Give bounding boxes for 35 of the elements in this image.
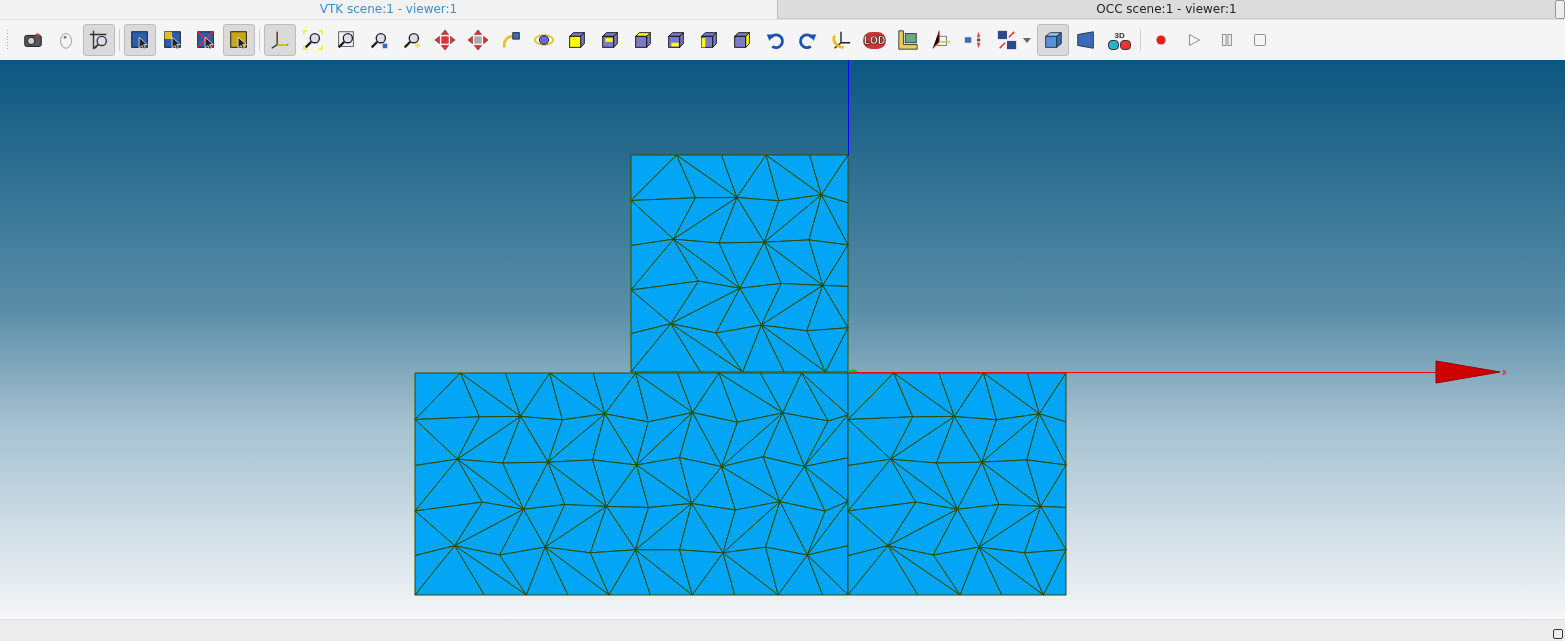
- window-icon[interactable]: [1553, 629, 1563, 639]
- zoom-cross-icon: [88, 29, 110, 51]
- rotate-icon: [500, 29, 522, 51]
- zoom-fit-icon: [302, 29, 324, 51]
- select-highlight-icon: [228, 29, 250, 51]
- toolbar-grip[interactable]: [6, 29, 10, 51]
- pan-icon: [434, 29, 456, 51]
- select-icon: [129, 29, 151, 51]
- select-cross-icon: [195, 29, 217, 51]
- cube-right-icon: [731, 29, 753, 51]
- sync-icon: [996, 29, 1019, 51]
- shaded-icon: [1042, 29, 1065, 51]
- stereo-button[interactable]: 3D: [1103, 24, 1137, 56]
- axes-icon: [269, 29, 291, 51]
- cube-left-icon: [698, 29, 720, 51]
- cube-bottom-icon: [665, 29, 687, 51]
- viewer-tab[interactable]: VTK scene:1 - viewer:1: [0, 0, 777, 19]
- ruler-icon: [897, 29, 920, 51]
- zoom-cross-button[interactable]: [83, 24, 115, 56]
- axis-label: x: [1502, 368, 1507, 377]
- viewer-tab[interactable]: OCC scene:1 - viewer:1: [777, 0, 1555, 19]
- reset-rotation-icon: [830, 29, 852, 51]
- zoom-area-icon: [335, 29, 357, 51]
- cube-back-icon: [599, 29, 621, 51]
- caret-icon[interactable]: [1023, 37, 1032, 43]
- badge-button[interactable]: LOD: [858, 24, 892, 56]
- cube-front-icon: [566, 29, 588, 51]
- clipping-icon: [930, 29, 953, 51]
- select-multi-icon: [162, 29, 184, 51]
- cube-top-icon: [632, 29, 654, 51]
- pan-global-icon: [467, 29, 489, 51]
- select-button[interactable]: [124, 24, 156, 56]
- select-highlight-button[interactable]: [223, 24, 255, 56]
- origin-marker: [848, 369, 858, 372]
- shaded-button[interactable]: [1037, 24, 1070, 56]
